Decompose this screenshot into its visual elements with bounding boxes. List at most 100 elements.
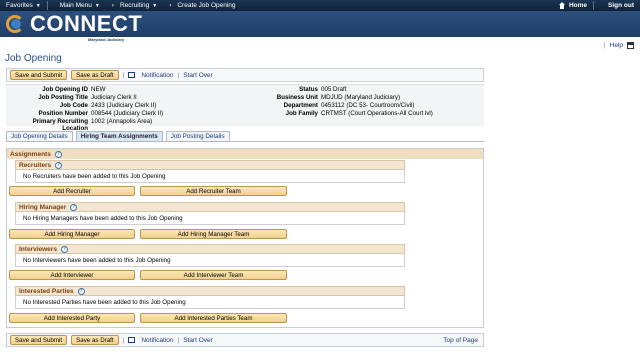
help-icon[interactable]: ? xyxy=(60,245,68,253)
help-icon[interactable]: ? xyxy=(70,203,78,211)
breadcrumb-separator: › xyxy=(106,0,120,11)
start-over-link[interactable]: Start Over xyxy=(183,72,213,79)
add-interviewer-button[interactable]: Add Interviewer xyxy=(9,270,135,280)
sign-out-link[interactable]: Sign out xyxy=(594,0,640,11)
toolbar-divider: | xyxy=(177,336,180,344)
add-interviewer-team-button[interactable]: Add Interviewer Team xyxy=(140,270,287,280)
section-message: No Hiring Managers have been added to th… xyxy=(15,212,405,225)
recruiters-buttons: Add Recruiter Add Recruiter Team xyxy=(9,186,287,196)
new-window-icon[interactable] xyxy=(627,42,634,49)
tab-hiring-team-assignments[interactable]: Hiring Team Assignments xyxy=(75,131,163,141)
chevron-down-icon: ▼ xyxy=(35,2,41,9)
help-icon[interactable]: ? xyxy=(54,150,62,158)
assignments-header: Assignments? xyxy=(7,149,483,159)
section-title: Hiring Manager xyxy=(19,203,67,211)
job-opening-summary: Job Opening ID NEW Job Posting Title Judic… xyxy=(6,84,484,132)
logo-subtitle: Maryland Judiciary xyxy=(88,37,125,42)
favorites-menu[interactable]: Favorites ▼ xyxy=(0,0,47,11)
info-label: Department xyxy=(283,102,318,109)
home-link[interactable]: Home xyxy=(553,0,593,11)
info-value: CRTMST (Court Operations-All Court lvl) xyxy=(321,110,433,117)
help-divider: | xyxy=(603,42,606,49)
interested-parties-section: Interested Parties? No Interested Partie… xyxy=(15,286,405,309)
section-message: No Interested Parties have been added to… xyxy=(15,296,405,309)
recruiters-section: Recruiters? No Recruiters have been adde… xyxy=(15,160,405,183)
main-menu-label: Main Menu xyxy=(59,2,92,9)
breadcrumb-current: Create Job Opening xyxy=(177,2,236,9)
tab-underline xyxy=(6,141,484,142)
top-nav-bar: Favorites ▼ Main Menu ▼ › Recruiting ▼ › Cr… xyxy=(0,0,640,11)
info-row: Job Code 2433 (Judiciary Clerk II) xyxy=(6,102,157,109)
header-banner: CONNECT xyxy=(0,11,640,37)
section-title: Recruiters xyxy=(19,161,52,169)
section-title: Interviewers xyxy=(19,245,57,253)
add-interested-party-button[interactable]: Add Interested Party xyxy=(9,313,135,323)
page-tabs: Job Opening Details Hiring Team Assignme… xyxy=(6,131,230,141)
info-value: 1002 (Annapolis Area) xyxy=(91,118,153,125)
info-value: 008544 (Judiciary Clerk II) xyxy=(91,110,164,117)
chevron-down-icon: ▼ xyxy=(152,2,158,9)
tab-job-posting-details[interactable]: Job Posting Details xyxy=(165,131,230,141)
breadcrumb-recruiting[interactable]: Recruiting ▼ xyxy=(120,0,163,11)
section-header: Hiring Manager? xyxy=(15,202,405,212)
notification-link[interactable]: Notification xyxy=(141,72,173,79)
section-header: Interviewers? xyxy=(15,244,405,254)
info-row: Job Posting Title Judiciary Clerk II xyxy=(6,94,137,101)
assignments-group: Assignments? Recruiters? No Recruiters h… xyxy=(6,148,484,328)
toolbar-divider: | xyxy=(177,71,180,79)
info-value: 2433 (Judiciary Clerk II) xyxy=(91,102,157,109)
notification-icon[interactable] xyxy=(128,72,136,78)
info-value: Judiciary Clerk II xyxy=(91,94,137,101)
add-hiring-manager-team-button[interactable]: Add Hiring Manager Team xyxy=(140,229,287,239)
bottom-toolbar: Save and Submit Save as Draft | Notifica… xyxy=(6,333,484,347)
section-header: Interested Parties? xyxy=(15,286,405,296)
info-row: Job Family CRTMST (Court Operations-All C… xyxy=(246,110,433,117)
notification-icon[interactable] xyxy=(128,337,136,343)
home-label: Home xyxy=(568,2,587,9)
add-hiring-manager-button[interactable]: Add Hiring Manager xyxy=(9,229,135,239)
add-interested-parties-team-button[interactable]: Add Interested Parties Team xyxy=(140,313,287,323)
info-label: Job Posting Title xyxy=(38,94,88,101)
info-value: MDJUD (Maryland Judiciary) xyxy=(321,94,401,101)
add-recruiter-team-button[interactable]: Add Recruiter Team xyxy=(140,186,287,196)
toolbar-divider: | xyxy=(122,336,125,344)
start-over-link[interactable]: Start Over xyxy=(183,337,213,344)
info-row: Primary Recruiting Location 1002 (Annapol… xyxy=(6,118,153,132)
info-value: NEW xyxy=(91,86,106,93)
favorites-label: Favorites xyxy=(6,2,33,9)
interested-parties-buttons: Add Interested Party Add Interested Part… xyxy=(9,313,287,323)
hiring-manager-buttons: Add Hiring Manager Add Hiring Manager Te… xyxy=(9,229,287,239)
save-and-submit-button[interactable]: Save and Submit xyxy=(10,70,68,80)
logo-text: CONNECT xyxy=(30,11,143,36)
top-of-page-link[interactable]: Top of Page xyxy=(443,337,478,344)
info-value: 005 Draft xyxy=(321,86,347,93)
help-icon[interactable]: ? xyxy=(55,161,63,169)
assignments-title: Assignments xyxy=(10,150,51,158)
info-value: 0453112 (DC 53- Courtroom/Civil) xyxy=(321,102,415,109)
home-icon xyxy=(558,2,566,9)
breadcrumb-separator: › xyxy=(163,0,177,11)
interviewers-section: Interviewers? No Interviewers have been … xyxy=(15,244,405,267)
connect-logo: CONNECT xyxy=(4,13,142,35)
save-and-submit-button[interactable]: Save and Submit xyxy=(10,335,68,345)
section-message: No Recruiters have been added to this Jo… xyxy=(15,170,405,183)
help-link[interactable]: Help xyxy=(610,42,623,49)
info-label: Job Family xyxy=(285,110,318,117)
save-as-draft-button[interactable]: Save as Draft xyxy=(71,70,119,80)
main-menu[interactable]: Main Menu ▼ xyxy=(48,0,106,11)
info-row: Job Opening ID NEW xyxy=(6,86,105,93)
info-label: Job Code xyxy=(59,102,88,109)
add-recruiter-button[interactable]: Add Recruiter xyxy=(9,186,135,196)
info-row: Position Number 008544 (Judiciary Clerk I… xyxy=(6,110,163,117)
top-toolbar: Save and Submit Save as Draft | Notifica… xyxy=(6,68,484,82)
notification-link[interactable]: Notification xyxy=(141,337,173,344)
info-row: Department 0453112 (DC 53- Courtroom/Civi… xyxy=(246,102,415,109)
chevron-down-icon: ▼ xyxy=(94,2,100,9)
tab-job-opening-details[interactable]: Job Opening Details xyxy=(6,131,73,141)
help-icon[interactable]: ? xyxy=(77,287,85,295)
info-label: Status xyxy=(299,86,318,93)
chevron-right-icon: › xyxy=(169,2,172,9)
info-label: Business Unit xyxy=(276,94,318,101)
save-as-draft-button[interactable]: Save as Draft xyxy=(71,335,119,345)
section-message: No Interviewers have been added to this … xyxy=(15,254,405,267)
